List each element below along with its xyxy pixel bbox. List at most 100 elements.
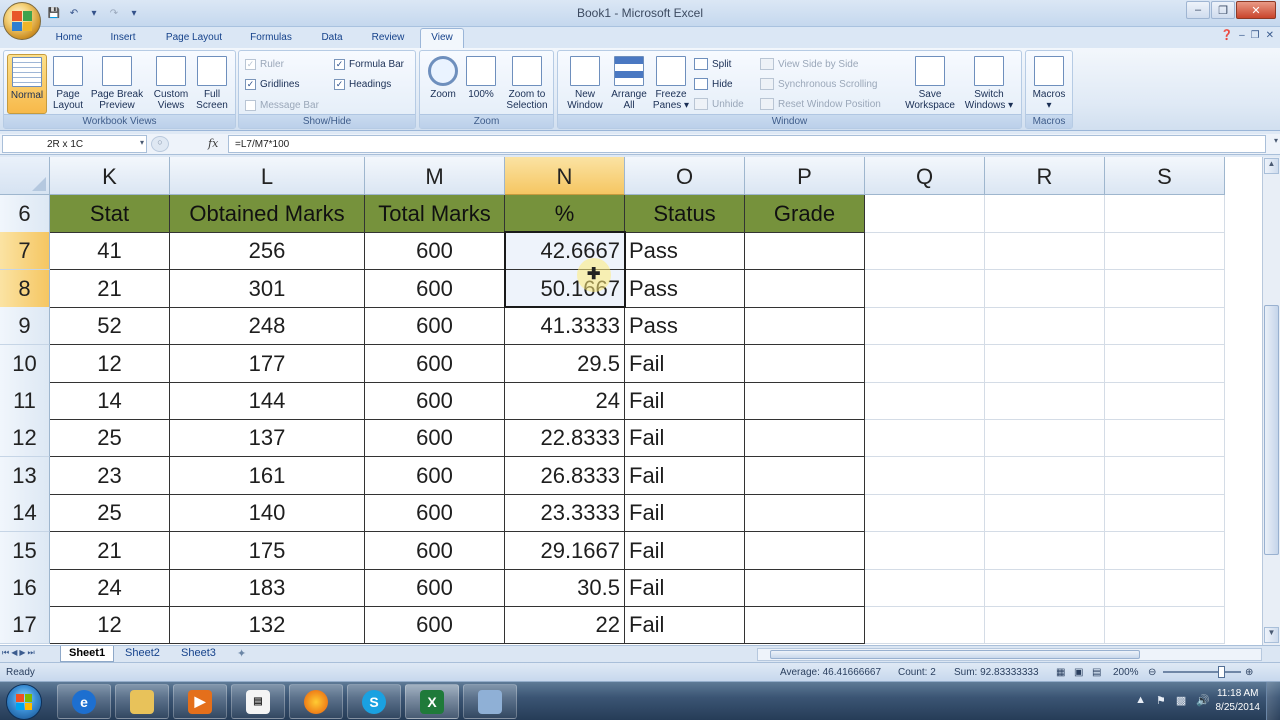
table-cell[interactable]: 600: [365, 382, 505, 420]
page-layout-shortcut-icon[interactable]: ▣: [1074, 667, 1083, 678]
column-header-k[interactable]: K: [50, 157, 170, 195]
workbook-restore-icon[interactable]: ❐: [1251, 30, 1260, 41]
grid-cell[interactable]: [985, 307, 1105, 346]
tab-home[interactable]: Home: [48, 30, 90, 48]
tab-view[interactable]: View: [420, 28, 464, 48]
grid-cell[interactable]: [985, 269, 1105, 308]
expand-formula-bar-icon[interactable]: ▾: [1274, 136, 1278, 145]
formula-input[interactable]: =L7/M7*100: [228, 135, 1266, 153]
table-cell[interactable]: 600: [365, 344, 505, 383]
new-window-button[interactable]: New Window: [562, 54, 608, 114]
grid-cell[interactable]: [985, 569, 1105, 607]
grid-cell[interactable]: [1105, 569, 1225, 607]
table-cell[interactable]: Fail: [625, 606, 745, 645]
taskbar-excel[interactable]: X: [405, 684, 459, 719]
table-cell[interactable]: 140: [170, 494, 365, 533]
show-desktop-button[interactable]: [1266, 682, 1280, 720]
vertical-scrollbar[interactable]: ▲ ▼: [1262, 157, 1280, 645]
row-header-9[interactable]: 9: [0, 307, 50, 346]
table-cell[interactable]: 52: [50, 307, 170, 346]
worksheet-grid[interactable]: K L M N O P Q R S 6 Stat Obtained Marks Total Marks%…: [0, 157, 1262, 645]
minimize-button[interactable]: –: [1186, 1, 1210, 19]
row-header-10[interactable]: 10: [0, 344, 50, 383]
cancel-entry-icon[interactable]: ○: [151, 136, 169, 152]
table-cell[interactable]: Fail: [625, 569, 745, 607]
table-cell[interactable]: 24: [50, 569, 170, 607]
column-header-p[interactable]: P: [745, 157, 865, 195]
table-cell[interactable]: [745, 269, 865, 308]
column-header-l[interactable]: L: [170, 157, 365, 195]
horizontal-scroll-thumb[interactable]: [770, 650, 1140, 659]
table-cell[interactable]: [745, 531, 865, 570]
action-center-icon[interactable]: ⚑: [1156, 694, 1166, 707]
table-cell[interactable]: [745, 344, 865, 383]
table-cell[interactable]: 14: [50, 382, 170, 420]
table-cell[interactable]: 600: [365, 419, 505, 458]
taskbar-firefox[interactable]: [289, 684, 343, 719]
headings-checkbox[interactable]: ✓ Headings: [334, 76, 391, 92]
system-clock[interactable]: 11:18 AM 8/25/2014: [1216, 687, 1261, 715]
zoom-button[interactable]: Zoom: [423, 54, 463, 114]
taskbar-skype[interactable]: S: [347, 684, 401, 719]
table-cell[interactable]: 301: [170, 269, 365, 308]
header-cell[interactable]: Total Marks: [365, 195, 505, 233]
workbook-close-icon[interactable]: ✕: [1266, 30, 1274, 41]
reset-window-position-button[interactable]: Reset Window Position: [760, 96, 881, 112]
sheet-tab-sheet2[interactable]: Sheet2: [117, 646, 168, 662]
tab-insert[interactable]: Insert: [100, 30, 146, 48]
grid-cell[interactable]: [865, 569, 985, 607]
table-cell[interactable]: [745, 382, 865, 420]
table-cell[interactable]: 23: [50, 456, 170, 495]
grid-cell[interactable]: [865, 494, 985, 533]
office-button[interactable]: [3, 2, 41, 40]
table-cell[interactable]: Fail: [625, 344, 745, 383]
column-header-o[interactable]: O: [625, 157, 745, 195]
table-cell[interactable]: Fail: [625, 531, 745, 570]
normal-view-button[interactable]: Normal: [7, 54, 47, 114]
last-sheet-icon[interactable]: ⏭: [28, 648, 35, 658]
grid-cell[interactable]: [985, 419, 1105, 458]
header-cell[interactable]: Grade: [745, 195, 865, 233]
full-screen-button[interactable]: Full Screen: [192, 54, 232, 114]
name-box[interactable]: 2R x 1C ▾: [2, 135, 147, 153]
taskbar-media-player[interactable]: ▶: [173, 684, 227, 719]
taskbar-document[interactable]: ▤: [231, 684, 285, 719]
name-box-dropdown-icon[interactable]: ▾: [140, 138, 144, 147]
table-cell[interactable]: 183: [170, 569, 365, 607]
ruler-checkbox[interactable]: ✓ Ruler: [245, 56, 284, 72]
taskbar-window[interactable]: [463, 684, 517, 719]
table-cell[interactable]: Fail: [625, 494, 745, 533]
switch-windows-button[interactable]: Switch Windows ▾: [960, 54, 1018, 114]
table-cell[interactable]: 256: [170, 232, 365, 271]
grid-cell[interactable]: [1105, 195, 1225, 233]
table-cell[interactable]: 12: [50, 606, 170, 645]
header-cell[interactable]: Stat: [50, 195, 170, 233]
row-header-11[interactable]: 11: [0, 382, 50, 420]
column-header-s[interactable]: S: [1105, 157, 1225, 195]
table-cell[interactable]: 12: [50, 344, 170, 383]
table-cell[interactable]: 22: [505, 606, 625, 645]
freeze-panes-button[interactable]: Freeze Panes ▾: [650, 54, 692, 114]
grid-cell[interactable]: [865, 456, 985, 495]
table-cell[interactable]: 600: [365, 456, 505, 495]
custom-views-button[interactable]: Custom Views: [150, 54, 192, 114]
grid-cell[interactable]: [1105, 606, 1225, 645]
grid-cell[interactable]: [985, 456, 1105, 495]
hide-button[interactable]: Hide: [694, 76, 733, 92]
unhide-button[interactable]: Unhide: [694, 96, 744, 112]
table-cell[interactable]: 600: [365, 606, 505, 645]
table-cell[interactable]: 21: [50, 531, 170, 570]
table-cell[interactable]: Pass: [625, 269, 745, 308]
tab-review[interactable]: Review: [362, 30, 414, 48]
row-header-15[interactable]: 15: [0, 531, 50, 570]
table-cell[interactable]: 22.8333: [505, 419, 625, 458]
table-cell[interactable]: 600: [365, 494, 505, 533]
grid-cell[interactable]: [1105, 269, 1225, 308]
row-header-14[interactable]: 14: [0, 494, 50, 533]
grid-cell[interactable]: [1105, 307, 1225, 346]
table-cell[interactable]: 25: [50, 419, 170, 458]
restore-button[interactable]: ❐: [1211, 1, 1235, 19]
column-header-m[interactable]: M: [365, 157, 505, 195]
header-cell[interactable]: Status: [625, 195, 745, 233]
table-cell[interactable]: 23.3333: [505, 494, 625, 533]
